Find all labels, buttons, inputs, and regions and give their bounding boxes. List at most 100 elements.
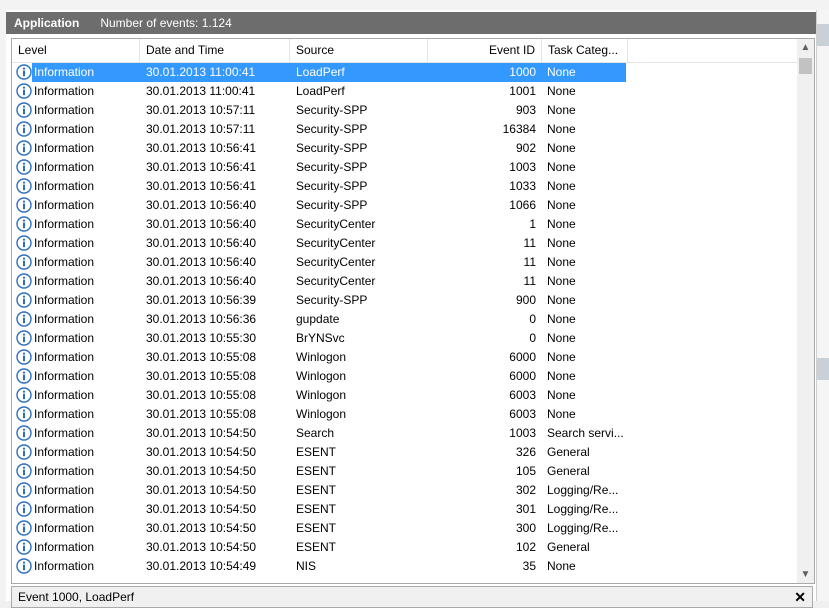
cell-event-id: 900 <box>515 293 536 307</box>
cell-task-category: General <box>547 464 590 478</box>
table-row[interactable]: Information 30.01.2013 10:56:40 Security… <box>12 234 797 253</box>
cell-level: Information <box>34 331 95 345</box>
cell-source: Winlogon <box>296 369 347 383</box>
cell-source: ESENT <box>296 540 337 554</box>
table-row[interactable]: Information 30.01.2013 10:55:30 BrYNSvc … <box>12 329 797 348</box>
vertical-scrollbar[interactable]: ▲ ▼ <box>797 39 814 583</box>
cell-level: Information <box>34 559 95 573</box>
information-icon <box>16 178 33 195</box>
cell-date-time: 30.01.2013 10:55:08 <box>146 388 257 402</box>
table-row[interactable]: Information 30.01.2013 10:54:50 ESENT 30… <box>12 519 797 538</box>
table-row[interactable]: Information 30.01.2013 10:56:41 Security… <box>12 158 797 177</box>
column-headers: Level Date and Time Source Event ID Task… <box>12 39 797 63</box>
information-icon <box>16 235 33 252</box>
table-row[interactable]: Information 30.01.2013 10:54:50 ESENT 10… <box>12 462 797 481</box>
cell-event-id: 1 <box>529 217 536 231</box>
cell-date-time: 30.01.2013 10:56:41 <box>146 179 257 193</box>
scroll-thumb[interactable] <box>799 58 812 74</box>
cell-level: Information <box>34 426 95 440</box>
information-icon <box>16 406 33 423</box>
cell-level: Information <box>34 274 95 288</box>
cell-source: ESENT <box>296 464 337 478</box>
table-row[interactable]: Information 30.01.2013 10:56:40 Security… <box>12 253 797 272</box>
cell-date-time: 30.01.2013 10:54:50 <box>146 426 257 440</box>
cell-task-category: Logging/Re... <box>547 483 619 497</box>
information-icon <box>16 254 33 271</box>
cell-level: Information <box>34 369 95 383</box>
cell-level: Information <box>34 293 95 307</box>
event-viewer-window: Application Number of events: 1.124 Leve… <box>0 0 829 608</box>
cell-task-category: None <box>547 331 576 345</box>
events-panel: Application Number of events: 1.124 Leve… <box>6 10 816 608</box>
table-row[interactable]: Information 30.01.2013 10:56:36 gupdate … <box>12 310 797 329</box>
events-list[interactable]: Level Date and Time Source Event ID Task… <box>11 38 815 584</box>
cell-task-category: None <box>547 217 576 231</box>
table-row[interactable]: Information 30.01.2013 11:00:41 LoadPerf… <box>12 63 797 82</box>
cell-level: Information <box>34 521 95 535</box>
cell-event-id: 1003 <box>509 426 536 440</box>
cell-level: Information <box>34 198 95 212</box>
information-icon <box>16 444 33 461</box>
cell-event-id: 1066 <box>509 198 536 212</box>
cell-date-time: 30.01.2013 10:56:41 <box>146 160 257 174</box>
cell-date-time: 30.01.2013 10:56:40 <box>146 236 257 250</box>
cell-level: Information <box>34 464 95 478</box>
cell-source: SecurityCenter <box>296 217 376 231</box>
table-row[interactable]: Information 30.01.2013 10:56:40 Security… <box>12 272 797 291</box>
table-row[interactable]: Information 30.01.2013 10:56:41 Security… <box>12 177 797 196</box>
cell-date-time: 30.01.2013 10:54:50 <box>146 540 257 554</box>
column-header-task[interactable]: Task Categ... <box>542 39 628 62</box>
top-strip <box>0 0 829 10</box>
cell-level: Information <box>34 255 95 269</box>
table-row[interactable]: Information 30.01.2013 10:56:40 Security… <box>12 196 797 215</box>
column-header-source[interactable]: Source <box>290 39 428 62</box>
table-row[interactable]: Information 30.01.2013 10:54:50 Search 1… <box>12 424 797 443</box>
column-header-date[interactable]: Date and Time <box>140 39 290 62</box>
information-icon <box>16 216 33 233</box>
cell-event-id: 1003 <box>509 160 536 174</box>
log-title: Application <box>14 16 80 30</box>
cell-date-time: 30.01.2013 10:55:08 <box>146 369 257 383</box>
close-icon[interactable]: ✕ <box>794 587 806 607</box>
cell-source: Winlogon <box>296 350 347 364</box>
table-row[interactable]: Information 30.01.2013 10:56:41 Security… <box>12 139 797 158</box>
cell-task-category: None <box>547 179 576 193</box>
table-row[interactable]: Information 30.01.2013 10:54:49 NIS 35 N… <box>12 557 797 576</box>
scroll-up-button[interactable]: ▲ <box>797 39 814 56</box>
cell-date-time: 30.01.2013 10:57:11 <box>146 103 256 117</box>
table-row[interactable]: Information 30.01.2013 10:55:08 Winlogon… <box>12 348 797 367</box>
cell-task-category: None <box>547 141 576 155</box>
cell-source: NIS <box>296 559 317 573</box>
information-icon <box>16 501 33 518</box>
cell-level: Information <box>34 122 95 136</box>
column-header-level[interactable]: Level <box>12 39 140 62</box>
cell-level: Information <box>34 483 95 497</box>
table-row[interactable]: Information 30.01.2013 10:56:40 Security… <box>12 215 797 234</box>
cell-date-time: 30.01.2013 10:54:49 <box>146 559 257 573</box>
cell-event-id: 6000 <box>509 369 536 383</box>
cell-source: SecurityCenter <box>296 236 376 250</box>
table-row[interactable]: Information 30.01.2013 10:57:11 Security… <box>12 120 797 139</box>
cell-date-time: 30.01.2013 10:55:08 <box>146 407 257 421</box>
cell-event-id: 105 <box>515 464 536 478</box>
table-row[interactable]: Information 30.01.2013 10:55:08 Winlogon… <box>12 386 797 405</box>
table-row[interactable]: Information 30.01.2013 10:56:39 Security… <box>12 291 797 310</box>
information-icon <box>16 197 33 214</box>
table-row[interactable]: Information 30.01.2013 10:54:50 ESENT 30… <box>12 481 797 500</box>
table-row[interactable]: Information 30.01.2013 10:54:50 ESENT 32… <box>12 443 797 462</box>
column-header-eventid[interactable]: Event ID <box>428 39 542 62</box>
cell-event-id: 0 <box>529 331 536 345</box>
cell-event-id: 11 <box>523 274 536 288</box>
table-row[interactable]: Information 30.01.2013 10:54:50 ESENT 30… <box>12 500 797 519</box>
cell-task-category: None <box>547 84 576 98</box>
table-row[interactable]: Information 30.01.2013 10:55:08 Winlogon… <box>12 367 797 386</box>
scroll-down-button[interactable]: ▼ <box>797 566 814 583</box>
cell-event-id: 903 <box>515 103 536 117</box>
table-row[interactable]: Information 30.01.2013 11:00:41 LoadPerf… <box>12 82 797 101</box>
cell-task-category: None <box>547 236 576 250</box>
cell-event-id: 902 <box>515 141 536 155</box>
table-row[interactable]: Information 30.01.2013 10:55:08 Winlogon… <box>12 405 797 424</box>
table-row[interactable]: Information 30.01.2013 10:57:11 Security… <box>12 101 797 120</box>
table-row[interactable]: Information 30.01.2013 10:54:50 ESENT 10… <box>12 538 797 557</box>
cell-event-id: 102 <box>515 540 536 554</box>
